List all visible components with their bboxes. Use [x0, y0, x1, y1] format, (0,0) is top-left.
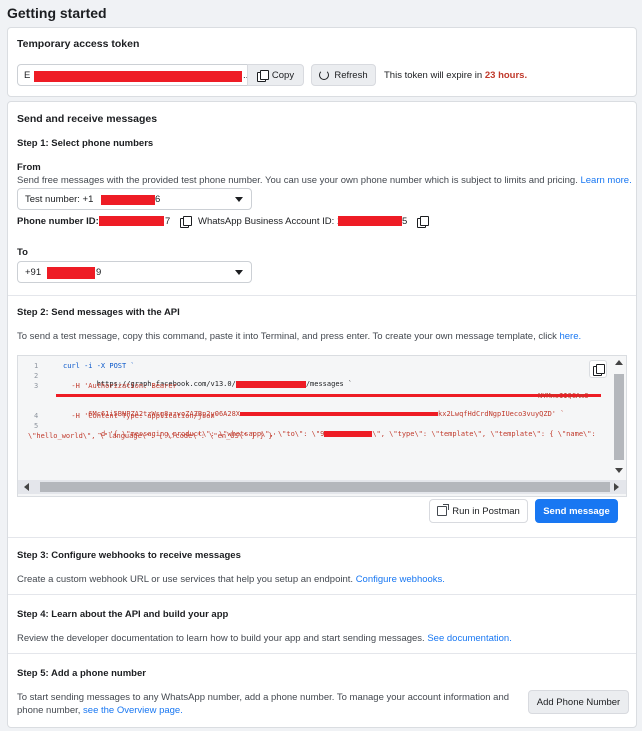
- redacted-token: [34, 71, 242, 82]
- scroll-up-icon[interactable]: [615, 360, 623, 365]
- vertical-scroll-thumb[interactable]: [614, 374, 624, 460]
- to-number-select[interactable]: +91 9: [17, 261, 252, 283]
- waba-suffix: 5: [402, 216, 408, 227]
- expire-text-label: This token will expire in: [384, 70, 485, 81]
- send-receive-heading: Send and receive messages: [17, 113, 158, 125]
- redacted-test-number: [101, 195, 155, 205]
- test-number-prefix: Test number: +1: [25, 194, 94, 205]
- step1-heading: Step 1: Select phone numbers: [17, 138, 154, 149]
- run-in-postman-button[interactable]: Run in Postman: [429, 499, 528, 523]
- configure-webhooks-link[interactable]: Configure webhooks.: [356, 574, 445, 585]
- overview-page-link[interactable]: see the Overview page.: [83, 705, 183, 716]
- copy-token-button[interactable]: Copy: [247, 64, 304, 86]
- to-suffix: 9: [96, 267, 102, 278]
- line-number: 1: [34, 362, 39, 370]
- test-number-suffix: 6: [155, 194, 161, 205]
- step2-description: To send a test message, copy this comman…: [17, 331, 581, 342]
- line-number: 4: [34, 412, 39, 420]
- step3-desc-text: Create a custom webhook URL or use servi…: [17, 574, 356, 585]
- step2-desc-text: To send a test message, copy this comman…: [17, 331, 560, 342]
- step4-desc-text: Review the developer documentation to le…: [17, 633, 428, 644]
- code-token-tail: kx2LwqfHdCrdNgpIUeco3vuyQZD' `: [438, 410, 565, 418]
- redacted-recipient: [324, 431, 373, 437]
- from-desc-text: Send free messages with the provided tes…: [17, 175, 578, 186]
- code-body-mid: \", \"type\": \"template\", \"template\"…: [372, 430, 596, 438]
- step5-desc2-text: phone number,: [17, 705, 84, 716]
- step4-heading: Step 4: Learn about the API and build yo…: [17, 609, 229, 620]
- from-number-select[interactable]: Test number: +1 6: [17, 188, 252, 210]
- scroll-down-icon[interactable]: [615, 468, 623, 473]
- copy-waba-id-icon[interactable]: [417, 216, 429, 228]
- chevron-down-icon: [235, 270, 243, 275]
- divider: [8, 653, 636, 654]
- code-line-4: -H 'Content-Type: application/json' `: [63, 412, 228, 420]
- token-prefix: E: [24, 70, 31, 81]
- step3-heading: Step 3: Configure webhooks to receive me…: [17, 550, 241, 561]
- vertical-scrollbar[interactable]: [612, 356, 626, 480]
- step5-heading: Step 5: Add a phone number: [17, 668, 146, 679]
- from-description: Send free messages with the provided tes…: [17, 175, 632, 186]
- code-url-end: /messages `: [305, 380, 353, 388]
- step2-heading: Step 2: Send messages with the API: [17, 307, 180, 318]
- scroll-right-icon[interactable]: [614, 483, 619, 491]
- step5-description-line2: phone number, see the Overview page.: [17, 705, 183, 716]
- add-phone-number-label: Add Phone Number: [536, 696, 621, 708]
- code-line-6: \"hello_world\", \"language\": { \"code\…: [28, 432, 277, 440]
- waba-label: WhatsApp Business Account ID: 1: [198, 216, 343, 227]
- scroll-left-icon[interactable]: [24, 483, 29, 491]
- refresh-token-button[interactable]: Refresh: [311, 64, 376, 86]
- send-message-label: Send message: [543, 505, 610, 517]
- code-line-3: -H 'Authorization: Bearer: [63, 382, 177, 390]
- expire-hours: 23 hours.: [484, 70, 528, 81]
- send-receive-card: Send and receive messages Step 1: Select…: [7, 101, 637, 728]
- horizontal-scrollbar[interactable]: [18, 480, 626, 494]
- access-token-heading: Temporary access token: [17, 38, 140, 50]
- divider: [8, 537, 636, 538]
- step3-description: Create a custom webhook URL or use servi…: [17, 574, 445, 585]
- page-title: Getting started: [7, 5, 107, 21]
- to-prefix: +91: [25, 267, 42, 278]
- external-link-icon: [437, 504, 450, 516]
- copy-icon: [256, 69, 269, 82]
- learn-more-link[interactable]: Learn more.: [580, 175, 631, 186]
- chevron-down-icon: [235, 197, 243, 202]
- horizontal-scroll-thumb[interactable]: [40, 482, 610, 492]
- from-label: From: [17, 162, 41, 173]
- copy-label: Copy: [271, 69, 295, 81]
- step5-description-line1: To start sending messages to any WhatsAp…: [17, 692, 510, 703]
- redacted-token-line: [56, 394, 601, 397]
- line-number: 2: [34, 372, 39, 380]
- redacted-token-middle: [240, 412, 439, 416]
- redacted-waba-id: [338, 216, 402, 226]
- see-documentation-link[interactable]: See documentation.: [427, 633, 512, 644]
- to-label: To: [17, 247, 28, 258]
- refresh-icon: [319, 70, 330, 80]
- postman-label: Run in Postman: [452, 505, 520, 517]
- send-message-button[interactable]: Send message: [535, 499, 618, 523]
- divider: [8, 295, 636, 296]
- token-expire-text: This token will expire in 23 hours.: [384, 70, 527, 81]
- phone-id-label: Phone number ID: 1: [17, 216, 107, 227]
- template-here-link[interactable]: here.: [559, 331, 581, 342]
- line-number: 5: [34, 422, 39, 430]
- copy-code-button[interactable]: [589, 360, 607, 378]
- divider: [8, 594, 636, 595]
- copy-phone-id-icon[interactable]: [180, 216, 192, 228]
- redacted-phone-id-in-url: [235, 380, 306, 388]
- code-line-1: curl -i -X POST `: [63, 362, 135, 370]
- access-token-field[interactable]: E ...: [17, 64, 255, 86]
- line-number: 3: [34, 382, 39, 390]
- step4-description: Review the developer documentation to le…: [17, 633, 512, 644]
- redacted-to-number: [47, 267, 95, 279]
- copy-icon: [593, 363, 605, 376]
- phone-id-suffix: 7: [165, 216, 171, 227]
- redacted-phone-id: [99, 216, 164, 226]
- code-token-end: NYMnsIIQCAm3: [538, 392, 589, 400]
- code-editor[interactable]: 1 2 3 4 5 curl -i -X POST ` https://grap…: [17, 355, 627, 497]
- refresh-label: Refresh: [334, 69, 368, 81]
- add-phone-number-button[interactable]: Add Phone Number: [528, 690, 629, 714]
- access-token-card: Temporary access token E ... Copy Refres…: [7, 27, 637, 97]
